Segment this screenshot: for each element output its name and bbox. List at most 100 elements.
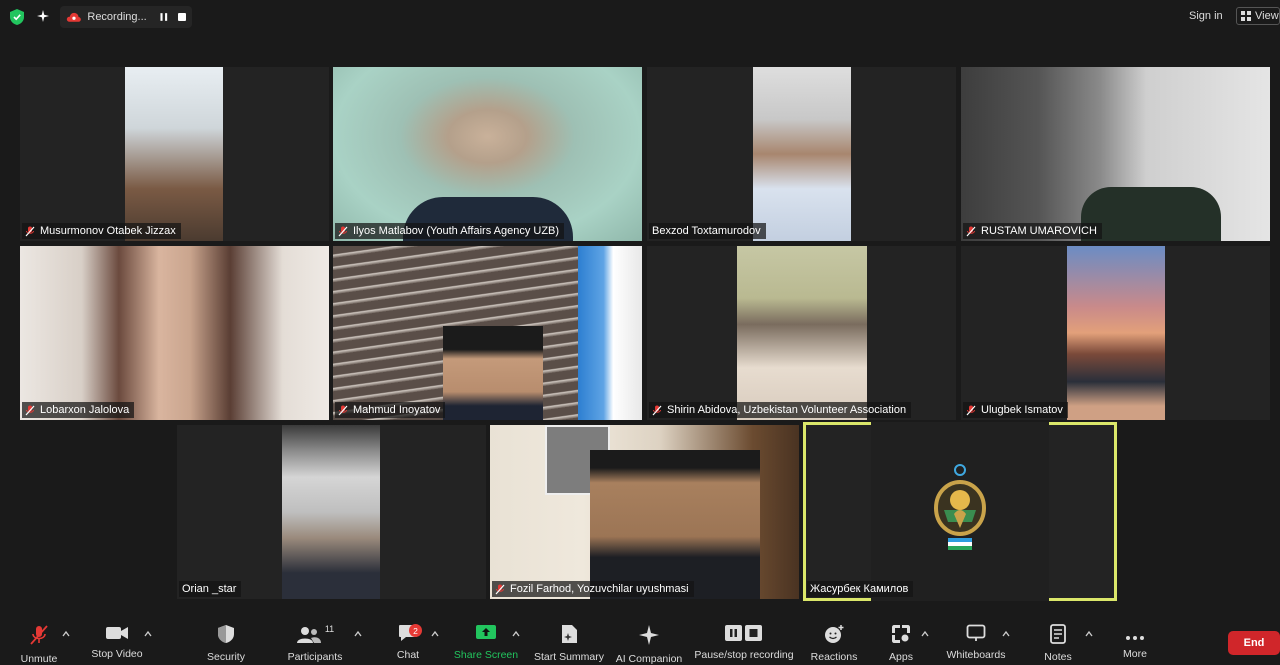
start-summary-label: Start Summary	[533, 651, 604, 663]
pause-recording-icon[interactable]	[159, 12, 169, 22]
grid-view-icon	[1241, 11, 1251, 21]
participant-name: Bexzod Toxtamurodov	[652, 225, 761, 237]
participant-tile[interactable]: Ilyos Matlabov (Youth Affairs Agency UZB…	[333, 67, 642, 241]
view-label: View	[1255, 10, 1279, 22]
more-label: More	[1123, 648, 1147, 660]
participant-tile[interactable]: Bexzod Toxtamurodov	[647, 67, 956, 241]
participant-tile[interactable]: RUSTAM UMAROVICH	[961, 67, 1270, 241]
chevron-up-icon[interactable]	[354, 630, 362, 638]
participant-name-tag: Ilyos Matlabov (Youth Affairs Agency UZB…	[335, 223, 565, 239]
reactions-label: Reactions	[810, 651, 858, 663]
participant-name-tag: Ulugbek Ismatov	[963, 402, 1068, 418]
more-button[interactable]: More	[1114, 618, 1156, 660]
whiteboards-label: Whiteboards	[946, 649, 1006, 661]
ai-sparkle-icon[interactable]	[36, 9, 50, 23]
participant-name: Fozil Farhod, Yozuvchilar uyushmasi	[510, 583, 689, 595]
chevron-up-icon[interactable]	[921, 630, 929, 638]
notes-button[interactable]: Notes	[1036, 618, 1080, 663]
chevron-up-icon[interactable]	[512, 630, 520, 638]
chevron-up-icon[interactable]	[431, 630, 439, 638]
muted-mic-icon	[966, 405, 976, 415]
muted-mic-icon	[338, 226, 348, 236]
notes-label: Notes	[1044, 651, 1072, 663]
chevron-up-icon[interactable]	[1002, 630, 1010, 638]
participant-name: Ilyos Matlabov (Youth Affairs Agency UZB…	[353, 225, 560, 237]
video-feed-shoulders	[1081, 187, 1221, 241]
participant-name-tag: Shirin Abidova, Uzbekistan Volunteer Ass…	[649, 402, 912, 418]
video-feed	[753, 67, 851, 241]
participant-name: RUSTAM UMAROVICH	[981, 225, 1097, 237]
reactions-button[interactable]: Reactions	[806, 618, 862, 663]
participant-name-tag: Lobarxon Jalolova	[22, 402, 135, 418]
whiteboard-icon	[966, 624, 986, 641]
participant-name-tag: Жасурбек Камилов	[807, 581, 914, 597]
video-feed-person	[590, 450, 760, 599]
participant-tile[interactable]: Fozil Farhod, Yozuvchilar uyushmasi	[490, 425, 799, 599]
participants-icon	[296, 627, 321, 643]
muted-microphone-icon	[30, 625, 48, 645]
chevron-up-icon[interactable]	[62, 630, 70, 638]
share-screen-icon	[476, 625, 496, 639]
participant-name-tag: Orian _star	[179, 581, 242, 597]
stop-recording-icon[interactable]	[178, 13, 186, 21]
share-screen-button[interactable]: Share Screen	[452, 618, 520, 661]
security-button[interactable]: Security	[196, 618, 256, 663]
participant-name: Shirin Abidova, Uzbekistan Volunteer Ass…	[667, 404, 907, 416]
chat-unread-badge: 2	[409, 624, 422, 637]
video-feed	[737, 246, 867, 420]
cloud-recording-icon	[66, 12, 81, 22]
apps-button[interactable]: Apps	[880, 618, 922, 663]
sign-in-link[interactable]: Sign in	[1189, 10, 1223, 22]
participant-tile[interactable]: Mahmud Inoyatov	[333, 246, 642, 420]
video-feed	[1067, 246, 1165, 420]
summary-document-icon	[562, 625, 577, 643]
participants-button[interactable]: 11 Participants	[280, 618, 350, 663]
video-feed-person	[443, 326, 543, 420]
muted-mic-icon	[652, 405, 662, 415]
participant-name: Musurmonov Otabek Jizzax	[40, 225, 176, 237]
chevron-up-icon[interactable]	[144, 630, 152, 638]
participant-tile[interactable]: Shirin Abidova, Uzbekistan Volunteer Ass…	[647, 246, 956, 420]
unmute-button[interactable]: Unmute	[8, 618, 70, 665]
participant-name-tag: Mahmud Inoyatov	[335, 402, 446, 418]
flag	[578, 246, 642, 420]
security-shield-icon	[218, 625, 234, 643]
participant-tile[interactable]: Ulugbek Ismatov	[961, 246, 1270, 420]
ai-companion-button[interactable]: AI Companion	[614, 618, 684, 665]
participant-name: Lobarxon Jalolova	[40, 404, 130, 416]
encryption-shield-icon[interactable]	[10, 9, 24, 25]
participant-tile[interactable]: Orian _star	[177, 425, 486, 599]
video-feed	[282, 425, 380, 599]
start-summary-button[interactable]: Start Summary	[532, 618, 606, 663]
participant-name: Mahmud Inoyatov	[353, 404, 441, 416]
pause-stop-recording-button[interactable]: Pause/stop recording	[692, 618, 796, 661]
state-emblem-icon	[933, 464, 987, 550]
chevron-up-icon[interactable]	[1085, 630, 1093, 638]
participant-tile[interactable]: Lobarxon Jalolova	[20, 246, 329, 420]
view-button[interactable]: View	[1236, 7, 1280, 25]
participants-count: 11	[324, 624, 335, 634]
chat-button[interactable]: Chat	[386, 618, 430, 661]
participant-name-tag: RUSTAM UMAROVICH	[963, 223, 1102, 239]
muted-mic-icon	[25, 405, 35, 415]
participant-tile[interactable]: Musurmonov Otabek Jizzax	[20, 67, 329, 241]
stop-video-button[interactable]: Stop Video	[86, 618, 148, 660]
unmute-label: Unmute	[20, 653, 58, 665]
participant-name: Orian _star	[182, 583, 237, 595]
participant-name-tag: Bexzod Toxtamurodov	[649, 223, 766, 239]
muted-mic-icon	[338, 405, 348, 415]
meeting-toolbar: Unmute Stop Video Security 11 Participan…	[0, 618, 1280, 665]
participant-name-tag: Fozil Farhod, Yozuvchilar uyushmasi	[492, 581, 694, 597]
share-screen-label: Share Screen	[453, 649, 519, 661]
muted-mic-icon	[495, 584, 505, 594]
meeting-top-bar: Recording... Sign in View	[0, 0, 1280, 34]
end-meeting-button[interactable]: End	[1228, 631, 1280, 655]
recording-label: Recording...	[87, 11, 147, 23]
security-label: Security	[207, 651, 245, 663]
participant-tile-active-speaker[interactable]: Жасурбек Камилов	[803, 422, 1117, 601]
ai-sparkle-icon	[639, 625, 659, 645]
stop-video-label: Stop Video	[91, 648, 143, 660]
whiteboards-button[interactable]: Whiteboards	[942, 618, 1010, 661]
recording-indicator[interactable]: Recording...	[60, 6, 192, 28]
video-feed	[20, 246, 329, 420]
